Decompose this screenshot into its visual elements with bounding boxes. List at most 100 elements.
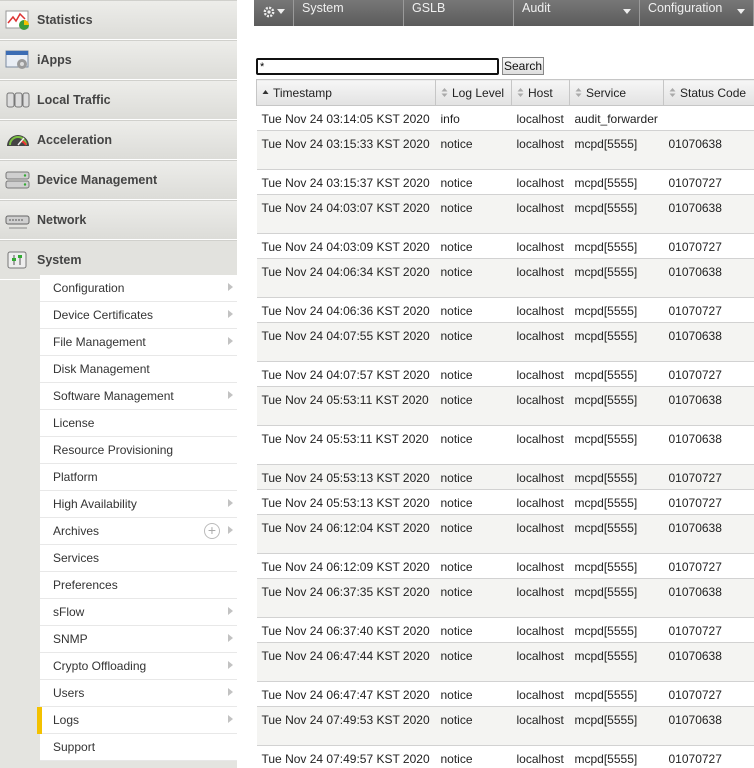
table-row[interactable]: Tue Nov 24 03:15:33 KST 2020 notice localh… [256, 130, 754, 170]
log-level-cell: notice [435, 361, 512, 387]
submenu-item-support[interactable]: Support [40, 734, 237, 761]
column-header-status-code[interactable]: Status Code [663, 79, 754, 106]
table-row[interactable]: Tue Nov 24 03:15:37 KST 2020 notice localh… [256, 169, 754, 195]
menu-label: GSLB [412, 1, 446, 15]
nav-local-traffic[interactable]: Local Traffic [0, 80, 237, 120]
chevron-right-icon [228, 310, 233, 318]
service-cell: mcpd[5555] [569, 642, 664, 682]
table-row[interactable]: Tue Nov 24 04:06:34 KST 2020 notice localh… [256, 258, 754, 298]
host-cell: localhost [511, 489, 570, 515]
table-row[interactable]: Tue Nov 24 06:47:47 KST 2020 notice localh… [256, 681, 754, 707]
menu-system[interactable]: System [294, 0, 404, 26]
log-level-cell: info [435, 105, 512, 131]
service-cell: mcpd[5555] [569, 617, 664, 643]
menu-configuration[interactable]: Configuration [640, 0, 754, 26]
table-row[interactable]: Tue Nov 24 06:37:40 KST 2020 notice localh… [256, 617, 754, 643]
timestamp-cell: Tue Nov 24 03:14:05 KST 2020 [256, 105, 436, 131]
status-code-cell: 01070727 [663, 745, 754, 768]
gear-menu-button[interactable] [254, 0, 294, 26]
status-code-cell: 01070638 [663, 642, 754, 682]
menu-audit[interactable]: Audit [514, 0, 640, 26]
service-cell: mcpd[5555] [569, 489, 664, 515]
sort-icon [669, 88, 676, 97]
column-header-host[interactable]: Host [511, 79, 570, 106]
submenu-item-label: License [53, 416, 95, 430]
submenu-item-high-availability[interactable]: High Availability [40, 491, 237, 518]
table-row[interactable]: Tue Nov 24 05:53:13 KST 2020 notice localh… [256, 489, 754, 515]
table-row[interactable]: Tue Nov 24 07:49:53 KST 2020 notice localh… [256, 706, 754, 746]
acceleration-icon [4, 128, 32, 152]
nav-device-management[interactable]: Device Management [0, 160, 237, 200]
chevron-right-icon [228, 688, 233, 696]
host-cell: localhost [511, 361, 570, 387]
table-row[interactable]: Tue Nov 24 05:53:13 KST 2020 notice localh… [256, 464, 754, 490]
submenu-item-file-management[interactable]: File Management [40, 329, 237, 356]
search-button[interactable]: Search [502, 57, 544, 75]
submenu-item-platform[interactable]: Platform [40, 464, 237, 491]
table-row[interactable]: Tue Nov 24 04:07:57 KST 2020 notice localh… [256, 361, 754, 387]
submenu-item-services[interactable]: Services [40, 545, 237, 572]
host-cell: localhost [511, 681, 570, 707]
submenu-item-crypto-offloading[interactable]: Crypto Offloading [40, 653, 237, 680]
host-cell: localhost [511, 642, 570, 682]
submenu-item-disk-management[interactable]: Disk Management [40, 356, 237, 383]
menu-gslb[interactable]: GSLB [404, 0, 514, 26]
sort-icon [575, 88, 582, 97]
table-row[interactable]: Tue Nov 24 03:14:05 KST 2020 info localhos… [256, 105, 754, 131]
column-header-service[interactable]: Service [569, 79, 664, 106]
log-level-cell: notice [435, 553, 512, 579]
table-row[interactable]: Tue Nov 24 04:03:09 KST 2020 notice localh… [256, 233, 754, 259]
chevron-right-icon [228, 661, 233, 669]
nav-statistics[interactable]: Statistics [0, 0, 237, 40]
nav-acceleration[interactable]: Acceleration [0, 120, 237, 160]
submenu-item-resource-provisioning[interactable]: Resource Provisioning [40, 437, 237, 464]
service-cell: mcpd[5555] [569, 194, 664, 234]
timestamp-cell: Tue Nov 24 05:53:11 KST 2020 [256, 386, 436, 426]
table-row[interactable]: Tue Nov 24 04:03:07 KST 2020 notice localh… [256, 194, 754, 234]
submenu-item-archives[interactable]: Archives + [40, 518, 237, 545]
chevron-right-icon [228, 337, 233, 345]
host-cell: localhost [511, 425, 570, 465]
timestamp-cell: Tue Nov 24 04:06:34 KST 2020 [256, 258, 436, 298]
table-row[interactable]: Tue Nov 24 06:12:04 KST 2020 notice localh… [256, 514, 754, 554]
submenu-item-device-certificates[interactable]: Device Certificates [40, 302, 237, 329]
submenu-item-label: File Management [53, 335, 146, 349]
submenu-item-snmp[interactable]: SNMP [40, 626, 237, 653]
host-cell: localhost [511, 617, 570, 643]
log-level-cell: notice [435, 464, 512, 490]
nav-iapps[interactable]: iApps [0, 40, 237, 80]
add-circle-icon[interactable]: + [204, 523, 220, 539]
table-row[interactable]: Tue Nov 24 05:53:11 KST 2020 notice localh… [256, 386, 754, 426]
status-code-cell: 01070638 [663, 514, 754, 554]
table-row[interactable]: Tue Nov 24 06:37:35 KST 2020 notice localh… [256, 578, 754, 618]
log-level-cell: notice [435, 745, 512, 768]
submenu-item-sflow[interactable]: sFlow [40, 599, 237, 626]
table-row[interactable]: Tue Nov 24 04:06:36 KST 2020 notice localh… [256, 297, 754, 323]
nav-network[interactable]: Network [0, 200, 237, 240]
table-row[interactable]: Tue Nov 24 04:07:55 KST 2020 notice localh… [256, 322, 754, 362]
table-row[interactable]: Tue Nov 24 06:12:09 KST 2020 notice localh… [256, 553, 754, 579]
column-header-timestamp[interactable]: Timestamp [256, 79, 436, 106]
submenu-item-software-management[interactable]: Software Management [40, 383, 237, 410]
log-level-cell: notice [435, 514, 512, 554]
submenu-item-label: Disk Management [53, 362, 150, 376]
nav-system[interactable]: System [0, 240, 237, 280]
status-code-cell: 01070638 [663, 706, 754, 746]
table-row[interactable]: Tue Nov 24 06:47:44 KST 2020 notice localh… [256, 642, 754, 682]
submenu-item-configuration[interactable]: Configuration [40, 275, 237, 302]
status-code-cell: 01070638 [663, 322, 754, 362]
log-level-cell: notice [435, 617, 512, 643]
submenu-item-license[interactable]: License [40, 410, 237, 437]
submenu-item-preferences[interactable]: Preferences [40, 572, 237, 599]
table-row[interactable]: Tue Nov 24 05:53:11 KST 2020 notice localh… [256, 425, 754, 465]
service-cell: mcpd[5555] [569, 130, 664, 170]
submenu-item-logs[interactable]: Logs [37, 707, 237, 734]
column-header-log-level[interactable]: Log Level [435, 79, 512, 106]
search-input[interactable] [256, 58, 499, 75]
menu-label: Audit [522, 1, 551, 15]
host-cell: localhost [511, 258, 570, 298]
timestamp-cell: Tue Nov 24 06:37:40 KST 2020 [256, 617, 436, 643]
nav-label: Device Management [37, 173, 158, 187]
table-row[interactable]: Tue Nov 24 07:49:57 KST 2020 notice localh… [256, 745, 754, 768]
submenu-item-users[interactable]: Users [40, 680, 237, 707]
